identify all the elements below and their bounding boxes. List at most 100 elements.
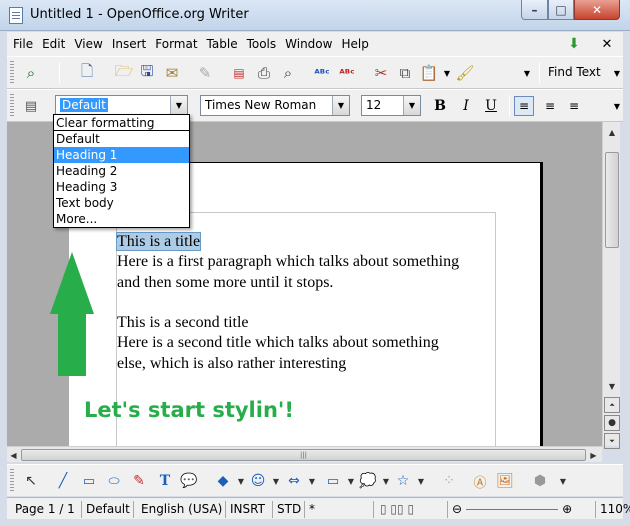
ellipse-tool-icon[interactable]: ⬭ (104, 471, 124, 491)
callout-shapes-icon[interactable]: 💭 (358, 471, 378, 491)
from-file-icon[interactable]: 🖼 (495, 471, 515, 491)
points-icon[interactable]: ⁘ (439, 471, 459, 491)
block-arrows-dropdown-icon[interactable]: ▼ (302, 471, 322, 491)
menu-file[interactable]: File (13, 37, 33, 51)
insert-mode-indicator[interactable]: INSRT (226, 501, 273, 518)
selection-mode-indicator[interactable]: STD (273, 501, 305, 518)
italic-button[interactable]: I (456, 96, 476, 116)
close-button[interactable]: ✕ (574, 0, 620, 20)
stars-dropdown-icon[interactable]: ▼ (411, 471, 431, 491)
style-option-default[interactable]: Default (54, 131, 189, 147)
vertical-scrollbar[interactable]: ▲ ▼ ⏶ ● ⏷ (602, 122, 620, 449)
find-icon[interactable]: ⌕ (21, 63, 41, 83)
zoom-level[interactable]: 110% (596, 501, 630, 518)
toolbar-overflow-icon[interactable]: ▼ (521, 63, 533, 83)
paragraph-style-combo[interactable]: Default ▼ (55, 95, 188, 116)
chevron-down-icon[interactable]: ▼ (332, 96, 349, 115)
menu-tools[interactable]: Tools (247, 37, 277, 51)
style-option-heading-2[interactable]: Heading 2 (54, 163, 189, 179)
scroll-down-icon[interactable]: ▼ (604, 378, 620, 394)
paragraph-style-value[interactable]: Default (60, 98, 108, 112)
page-style-indicator[interactable]: Default (82, 501, 134, 518)
selected-title[interactable]: This is a title (115, 232, 202, 251)
maximize-button[interactable]: □ (548, 0, 574, 20)
style-option-more[interactable]: More... (54, 211, 189, 227)
paragraph-style-dropdown[interactable]: Clear formatting Default Heading 1 Headi… (53, 114, 190, 228)
doc-line[interactable]: This is a title (115, 232, 459, 252)
style-option-heading-3[interactable]: Heading 3 (54, 179, 189, 195)
format-paintbrush-icon[interactable]: 🖌 (455, 63, 475, 83)
symbol-shapes-icon[interactable]: ☺ (248, 471, 268, 491)
doc-line[interactable]: and then some more until it stops. (117, 273, 459, 293)
flowchart-icon[interactable]: ▭ (323, 471, 343, 491)
vertical-scroll-thumb[interactable] (605, 152, 619, 248)
menu-edit[interactable]: Edit (42, 37, 65, 51)
paste-dropdown-icon[interactable]: ▼ (437, 63, 457, 83)
previous-page-icon[interactable]: ⏶ (604, 397, 620, 413)
zoom-slider[interactable]: ⊖ ⊕ (448, 501, 596, 518)
horizontal-scroll-thumb[interactable]: ||| (21, 449, 586, 461)
paste-icon[interactable]: 📋 (419, 63, 439, 83)
toolbar-grip[interactable] (10, 61, 14, 85)
save-icon[interactable]: 🖫 (137, 62, 157, 83)
text-tool-icon[interactable]: T (155, 471, 175, 491)
minimize-button[interactable]: – (521, 0, 548, 20)
doc-line[interactable]: Here is a first paragraph which talks ab… (117, 252, 459, 272)
document-text[interactable]: This is a title Here is a first paragrap… (115, 232, 459, 374)
find-toolbar-overflow-icon[interactable]: ▼ (611, 63, 623, 83)
style-option-heading-1[interactable]: Heading 1 (54, 147, 189, 163)
next-page-icon[interactable]: ⏷ (604, 433, 620, 449)
close-document-icon[interactable]: ✕ (597, 34, 617, 54)
rectangle-tool-icon[interactable]: ▭ (79, 471, 99, 491)
scroll-left-icon[interactable]: ◀ (7, 447, 20, 463)
print-icon[interactable]: ⎙ (254, 63, 274, 83)
navigation-icon[interactable]: ● (604, 415, 620, 431)
chevron-down-icon[interactable]: ▼ (170, 96, 187, 115)
page-indicator[interactable]: Page 1 / 1 (11, 501, 82, 518)
fontwork-icon[interactable]: Ⓐ (470, 471, 490, 491)
language-indicator[interactable]: English (USA) (137, 501, 226, 518)
menu-window[interactable]: Window (285, 37, 332, 51)
styles-and-formatting-icon[interactable]: ▤ (21, 96, 41, 116)
style-option-clear-formatting[interactable]: Clear formatting (54, 115, 189, 131)
horizontal-scrollbar[interactable]: ◀ ||| ▶ (7, 446, 602, 462)
format-toolbar-overflow-icon[interactable]: ▼ (611, 96, 623, 116)
font-name-combo[interactable]: Times New Roman ▼ (200, 95, 350, 116)
block-arrows-icon[interactable]: ⇔ (284, 471, 304, 491)
freeform-line-icon[interactable]: ✎ (129, 471, 149, 491)
stars-icon[interactable]: ☆ (393, 471, 413, 491)
align-center-icon[interactable]: ≡ (540, 96, 560, 116)
doc-line[interactable]: This is a second title (117, 313, 459, 333)
autospellcheck-icon[interactable]: ᴬᴮᶜ (337, 63, 357, 83)
line-tool-icon[interactable]: ╱ (53, 471, 73, 491)
doc-line[interactable]: Here is a second title which talks about… (117, 333, 459, 353)
open-folder-icon[interactable]: 🗁 (114, 62, 134, 83)
scroll-right-icon[interactable]: ▶ (587, 447, 600, 463)
menu-table[interactable]: Table (207, 37, 238, 51)
bold-button[interactable]: B (430, 96, 450, 116)
print-preview-icon[interactable]: ⌕ (278, 63, 298, 83)
align-right-icon[interactable]: ≡ (564, 96, 584, 116)
spellcheck-icon[interactable]: ᴬᴮᶜ (312, 63, 332, 83)
font-size-value[interactable]: 12 (366, 98, 381, 112)
menu-insert[interactable]: Insert (112, 37, 146, 51)
extrusion-icon[interactable]: ⬢ (530, 471, 550, 491)
doc-line[interactable] (117, 293, 459, 313)
export-pdf-icon[interactable]: ▤ (229, 63, 249, 83)
font-name-value[interactable]: Times New Roman (205, 98, 316, 112)
menu-help[interactable]: Help (341, 37, 368, 51)
doc-line[interactable]: else, which is also rather interesting (117, 354, 459, 374)
symbol-shapes-dropdown-icon[interactable]: ▼ (266, 471, 286, 491)
chevron-down-icon[interactable]: ▼ (403, 96, 420, 115)
edit-file-icon[interactable]: ✎ (195, 63, 215, 83)
select-pointer-icon[interactable]: ↖ (21, 471, 41, 491)
menu-view[interactable]: View (74, 37, 102, 51)
scroll-up-icon[interactable]: ▲ (604, 124, 620, 140)
update-download-icon[interactable]: ⬇ (564, 34, 584, 54)
font-size-combo[interactable]: 12 ▼ (361, 95, 421, 116)
toolbar-grip[interactable] (10, 469, 14, 493)
find-text-label[interactable]: Find Text (548, 65, 601, 79)
basic-shapes-icon[interactable]: ◆ (213, 471, 233, 491)
cut-icon[interactable]: ✂ (371, 63, 391, 83)
drawing-toolbar-overflow-icon[interactable]: ▼ (553, 471, 573, 491)
